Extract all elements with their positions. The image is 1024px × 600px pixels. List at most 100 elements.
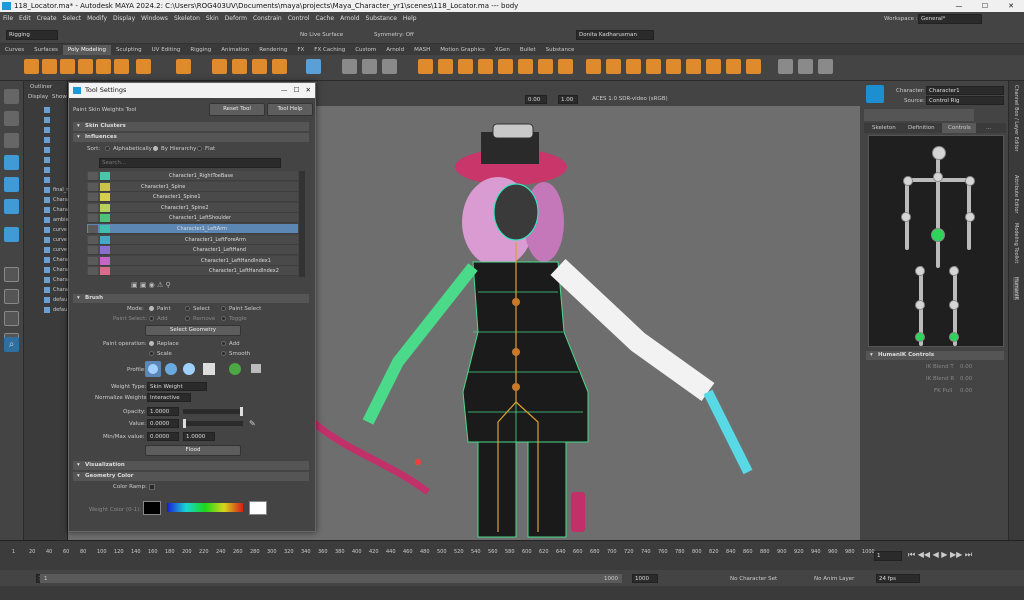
influence-color-swatch[interactable] [100, 246, 110, 255]
sew-uv-icon[interactable] [706, 59, 721, 74]
separate-icon[interactable] [362, 59, 377, 74]
op-replace-radio[interactable] [149, 341, 154, 346]
influence-row[interactable]: Character1_LeftHand [87, 245, 298, 256]
outliner-item[interactable]: curve [26, 225, 68, 235]
influence-color-swatch[interactable] [100, 256, 110, 265]
high-color-swatch[interactable] [249, 501, 267, 515]
menu-cache[interactable]: Cache [312, 12, 337, 26]
outliner-item[interactable]: curve [26, 235, 68, 245]
value-slider[interactable] [183, 419, 243, 428]
bevel-icon[interactable] [458, 59, 473, 74]
influence-row[interactable]: Character1_LeftShoulder [87, 213, 298, 224]
range-bar[interactable] [40, 574, 622, 583]
command-line[interactable] [0, 586, 1024, 600]
ps-remove-radio[interactable] [185, 316, 190, 321]
mode-paint-radio[interactable] [149, 306, 154, 311]
maximize-button[interactable]: ☐ [972, 0, 998, 12]
profile-gaussian-icon[interactable] [145, 361, 161, 377]
planar-map-icon[interactable] [606, 59, 621, 74]
poly-soccer-icon[interactable] [176, 59, 191, 74]
poly-cube-icon[interactable] [42, 59, 57, 74]
anim-layer-dropdown[interactable]: No Anim Layer [814, 576, 854, 582]
menu-edit[interactable]: Edit [16, 12, 34, 26]
hik-left-shoulder-joint[interactable] [903, 176, 913, 186]
character-dropdown[interactable]: Character1 [926, 86, 1004, 95]
smooth-icon[interactable] [382, 59, 397, 74]
reset-tool-button[interactable]: Reset Tool [209, 103, 265, 116]
visualization-section[interactable]: Visualization [73, 461, 309, 470]
poly-torus-icon[interactable] [96, 59, 111, 74]
ik-blend-r-value[interactable]: 0.00 [960, 376, 972, 382]
tool-settings-titlebar[interactable]: Tool Settings — ☐ ✕ [69, 83, 315, 98]
outliner-item[interactable]: ambie [26, 215, 68, 225]
hik-left-hip-joint[interactable] [915, 266, 925, 276]
time-slider[interactable]: 1 20 40 60 80 100 120 140 160 180 200 220 240 260 280 3… [0, 540, 1024, 570]
menu-modify[interactable]: Modify [84, 12, 110, 26]
influence-row[interactable]: Character1_RightToeBase [87, 171, 298, 181]
lock-toggle-icon[interactable] [88, 203, 98, 212]
op-scale-radio[interactable] [149, 351, 154, 356]
hik-left-elbow-joint[interactable] [901, 212, 911, 222]
profile-folder-icon[interactable] [251, 364, 261, 373]
user-account-button[interactable]: Donita Kadharusman [576, 30, 654, 40]
uv-editor-icon[interactable] [746, 59, 761, 74]
brush-section[interactable]: Brush [73, 294, 309, 303]
opacity-slider[interactable] [183, 407, 243, 416]
sort-hierarchy-radio[interactable] [153, 146, 158, 151]
outliner-item[interactable]: Chara [26, 265, 68, 275]
cut-uv-icon[interactable] [686, 59, 701, 74]
tab-attribute-editor[interactable]: Attribute Editor [1013, 175, 1019, 213]
character-set-dropdown[interactable]: No Character Set [730, 576, 777, 582]
combine-icon[interactable] [342, 59, 357, 74]
opacity-field[interactable]: 1.0000 [147, 407, 179, 416]
influence-color-swatch[interactable] [100, 182, 110, 191]
fk-pull-value[interactable]: 0.00 [960, 388, 972, 394]
hik-left-knee-joint[interactable] [915, 300, 925, 310]
outliner-menu-show[interactable]: Show [52, 94, 67, 100]
lock-toggle-icon[interactable] [88, 225, 98, 233]
hik-head-joint[interactable] [932, 146, 946, 160]
menu-help[interactable]: Help [400, 12, 420, 26]
two-pane-icon[interactable] [4, 311, 19, 326]
influences-section[interactable]: Influences [73, 133, 309, 142]
influence-search-input[interactable]: Search... [99, 158, 281, 168]
influence-list-scrollbar[interactable] [299, 171, 305, 277]
minimize-button[interactable]: — [946, 0, 972, 12]
menu-skin[interactable]: Skin [203, 12, 222, 26]
close-window-button[interactable]: ✕ [998, 0, 1024, 12]
influence-color-swatch[interactable] [100, 267, 110, 276]
move-tool-icon[interactable] [4, 155, 19, 170]
min-value-field[interactable]: 0.0000 [147, 432, 179, 441]
hik-right-hip-joint[interactable] [949, 266, 959, 276]
outliner-item[interactable]: Chara [26, 275, 68, 285]
profile-soft-icon[interactable] [165, 363, 177, 375]
influence-color-swatch[interactable] [100, 193, 110, 202]
profile-artisan-icon[interactable] [229, 363, 241, 375]
influence-row[interactable]: Character1_LeftHandIndex2 [87, 266, 298, 277]
spherical-map-icon[interactable] [646, 59, 661, 74]
outliner-item[interactable] [26, 145, 68, 155]
outliner-item[interactable] [26, 175, 68, 185]
single-pane-icon[interactable] [4, 267, 19, 282]
influence-row[interactable]: Character1_Spine1 [87, 192, 298, 203]
tab-skeleton[interactable]: Skeleton [872, 125, 896, 131]
poly-plane-icon[interactable] [114, 59, 129, 74]
hik-right-foot-joint[interactable] [949, 332, 959, 342]
outliner-item[interactable]: defau [26, 305, 68, 315]
influence-list-toolbar[interactable]: ▣ ▣ ◉ ⚠ ⚲ [131, 281, 231, 291]
ps-add-radio[interactable] [149, 316, 154, 321]
append-icon[interactable] [478, 59, 493, 74]
poly-disc-icon[interactable] [136, 59, 151, 74]
cleanup-icon[interactable] [818, 59, 833, 74]
menuset-dropdown[interactable]: Rigging [6, 30, 58, 40]
influence-color-swatch[interactable] [100, 203, 110, 212]
outliner-item[interactable] [26, 155, 68, 165]
four-pane-icon[interactable] [4, 289, 19, 304]
colorspace-dropdown[interactable]: ACES 1.0 SDR-video (sRGB) [592, 96, 668, 102]
ik-blend-t-value[interactable]: 0.00 [960, 364, 972, 370]
tab-humanik[interactable]: HumanIK [1013, 277, 1019, 300]
target-weld-icon[interactable] [558, 59, 573, 74]
rotate-tool-icon[interactable] [4, 177, 19, 192]
tool-settings-window-buttons[interactable]: — ☐ ✕ [281, 83, 311, 98]
menu-select[interactable]: Select [60, 12, 85, 26]
